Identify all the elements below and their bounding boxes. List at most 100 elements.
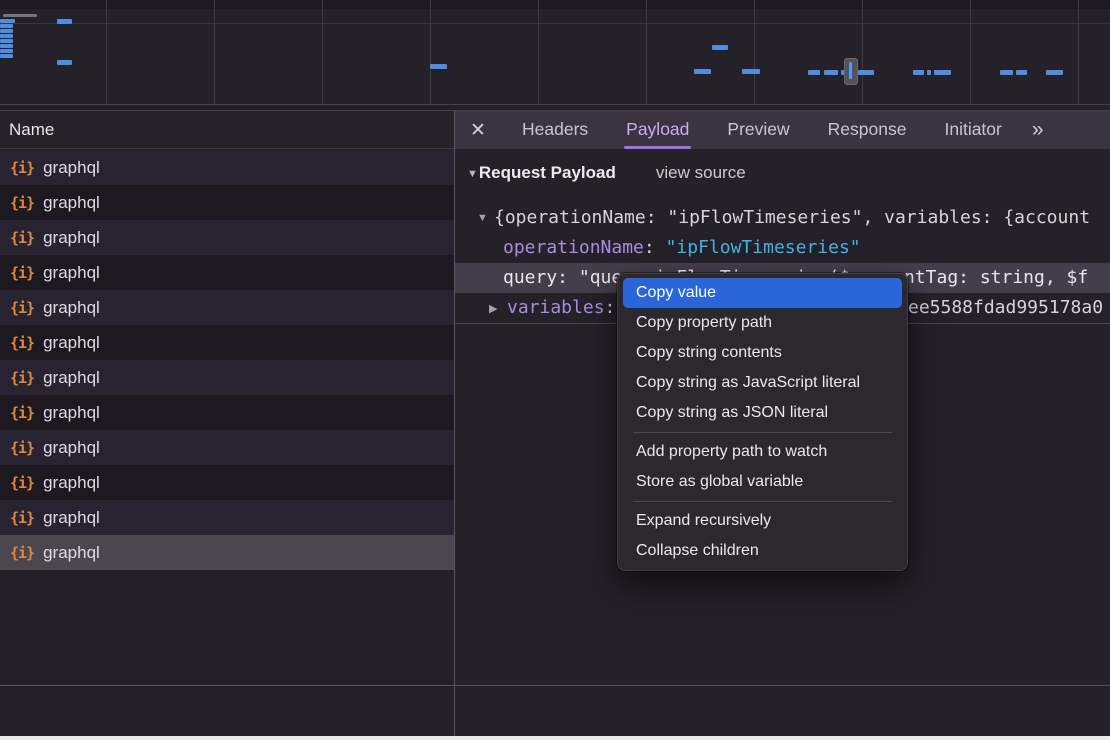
waterfall-bar xyxy=(0,49,13,53)
waterfall-bar xyxy=(1046,70,1063,75)
root-expand-icon[interactable]: ▼ xyxy=(477,212,488,224)
overview-gridline xyxy=(538,0,539,104)
menu-item-collapse-children[interactable]: Collapse children xyxy=(623,536,902,566)
request-row[interactable]: {i}graphql xyxy=(0,185,454,220)
menu-item-store-as-global-variable[interactable]: Store as global variable xyxy=(623,467,902,497)
request-row[interactable]: {i}graphql xyxy=(0,255,454,290)
menu-item-add-property-path-to-watch[interactable]: Add property path to watch xyxy=(623,437,902,467)
overview-gridline xyxy=(430,0,431,104)
menu-separator xyxy=(633,432,892,433)
request-row[interactable]: {i} graphql xyxy=(0,465,454,500)
waterfall-bar xyxy=(858,70,874,75)
menu-item-copy-property-path[interactable]: Copy property path xyxy=(623,308,902,338)
property-key: operationName xyxy=(503,237,644,258)
property-value: "ipFlowTimeseries" xyxy=(666,237,861,258)
json-braces-icon: {i} xyxy=(10,264,34,282)
waterfall-bar xyxy=(0,54,13,58)
name-column-header[interactable]: Name xyxy=(0,110,454,149)
overview-scrub-tick xyxy=(849,62,852,79)
menu-separator xyxy=(633,501,892,502)
close-icon[interactable]: ✕ xyxy=(455,119,501,142)
waterfall-bar xyxy=(0,19,15,23)
waterfall-bar xyxy=(694,69,711,74)
overview-gridline xyxy=(106,0,107,104)
view-source-link[interactable]: view source xyxy=(656,163,746,183)
request-name: graphql xyxy=(43,473,100,493)
request-payload-header: ▼ Request Payload view source xyxy=(467,163,746,183)
request-name: graphql xyxy=(43,228,100,248)
request-row[interactable]: {i}graphql xyxy=(0,325,454,360)
tree-root-line[interactable]: {operationName: "ipFlowTimeseries", vari… xyxy=(494,203,1110,233)
disclosure-triangle-icon[interactable]: ▼ xyxy=(467,168,478,180)
waterfall-bar xyxy=(824,70,838,75)
root-preview-text: {operationName: "ipFlowTimeseries", vari… xyxy=(494,207,1090,228)
waterfall-bar xyxy=(430,64,447,69)
json-braces-icon: {i} xyxy=(10,439,34,457)
tab-payload[interactable]: Payload xyxy=(626,111,689,150)
waterfall-bar xyxy=(3,14,37,17)
waterfall-bar xyxy=(927,70,931,75)
json-braces-icon: {i} xyxy=(10,159,34,177)
request-row[interactable]: {i} graphql xyxy=(0,220,454,255)
context-menu: Copy valueCopy property pathCopy string … xyxy=(617,273,908,571)
menu-item-copy-string-as-javascript-literal[interactable]: Copy string as JavaScript literal xyxy=(623,368,902,398)
tab-preview[interactable]: Preview xyxy=(727,111,789,150)
request-name: graphql xyxy=(43,403,100,423)
request-row[interactable]: {i} graphql xyxy=(0,150,454,185)
menu-item-copy-string-contents[interactable]: Copy string contents xyxy=(623,338,902,368)
key-value-separator: : xyxy=(644,237,666,258)
json-braces-icon: {i} xyxy=(10,544,34,562)
waterfall-bar xyxy=(0,24,13,28)
request-name: graphql xyxy=(43,438,100,458)
request-row[interactable]: {i} graphql xyxy=(0,360,454,395)
menu-item-expand-recursively[interactable]: Expand recursively xyxy=(623,506,902,536)
tab-initiator[interactable]: Initiator xyxy=(944,111,1001,150)
request-row[interactable]: {i} graphql xyxy=(0,500,454,535)
name-column-label: Name xyxy=(0,111,454,148)
json-braces-icon: {i} xyxy=(10,194,34,212)
variables-collapse-icon[interactable]: ▶ xyxy=(489,302,497,315)
inspector-tab-bar: ✕ Headers Payload Preview Response Initiator… xyxy=(455,110,1110,149)
waterfall-bar xyxy=(1000,70,1013,75)
json-braces-icon: {i} xyxy=(10,404,34,422)
request-name: graphql xyxy=(43,543,100,563)
tree-operation-name-line[interactable]: operationName: "ipFlowTimeseries" xyxy=(503,233,1110,263)
request-list: {i} graphql {i} graphql {i} graphql {i} graphql… xyxy=(0,150,454,570)
waterfall-bar xyxy=(57,60,72,65)
json-braces-icon: {i} xyxy=(10,334,34,352)
inspector-tabs: Headers Payload Preview Response Initiator xyxy=(501,111,1002,150)
overview-gridline xyxy=(322,0,323,104)
json-braces-icon: {i} xyxy=(10,474,34,492)
footer-divider xyxy=(0,685,1110,686)
overview-gridline xyxy=(862,0,863,104)
waterfall-bar xyxy=(0,39,13,43)
menu-item-copy-value[interactable]: Copy value xyxy=(623,278,902,308)
network-overview[interactable] xyxy=(0,0,1110,105)
waterfall-bar xyxy=(0,34,13,38)
request-row[interactable]: {i} graphql xyxy=(0,395,454,430)
menu-item-copy-string-as-json-literal[interactable]: Copy string as JSON literal xyxy=(623,398,902,428)
waterfall-bar xyxy=(0,29,13,33)
more-tabs-icon[interactable]: » xyxy=(1032,118,1043,142)
json-braces-icon: {i} xyxy=(10,369,34,387)
overview-gridline xyxy=(754,0,755,104)
tab-headers[interactable]: Headers xyxy=(522,111,588,150)
waterfall-bar xyxy=(934,70,951,75)
request-row[interactable]: {i} graphql xyxy=(0,430,454,465)
json-braces-icon: {i} xyxy=(10,509,34,527)
request-name: graphql xyxy=(43,368,100,388)
tab-response[interactable]: Response xyxy=(828,111,907,150)
json-braces-icon: {i} xyxy=(10,229,34,247)
property-key: variables xyxy=(507,297,605,318)
request-row[interactable]: {i}graphql xyxy=(0,290,454,325)
overview-gridline xyxy=(970,0,971,104)
overview-gridline xyxy=(214,0,215,104)
waterfall-bar xyxy=(1016,70,1027,75)
request-name: graphql xyxy=(43,298,100,318)
request-name: graphql xyxy=(43,508,100,528)
request-row[interactable]: {i} graphql xyxy=(0,535,454,570)
overview-horizontal-gridline xyxy=(0,23,1110,24)
request-name: graphql xyxy=(43,158,100,178)
bottom-edge xyxy=(0,736,1110,740)
waterfall-bar xyxy=(913,70,924,75)
